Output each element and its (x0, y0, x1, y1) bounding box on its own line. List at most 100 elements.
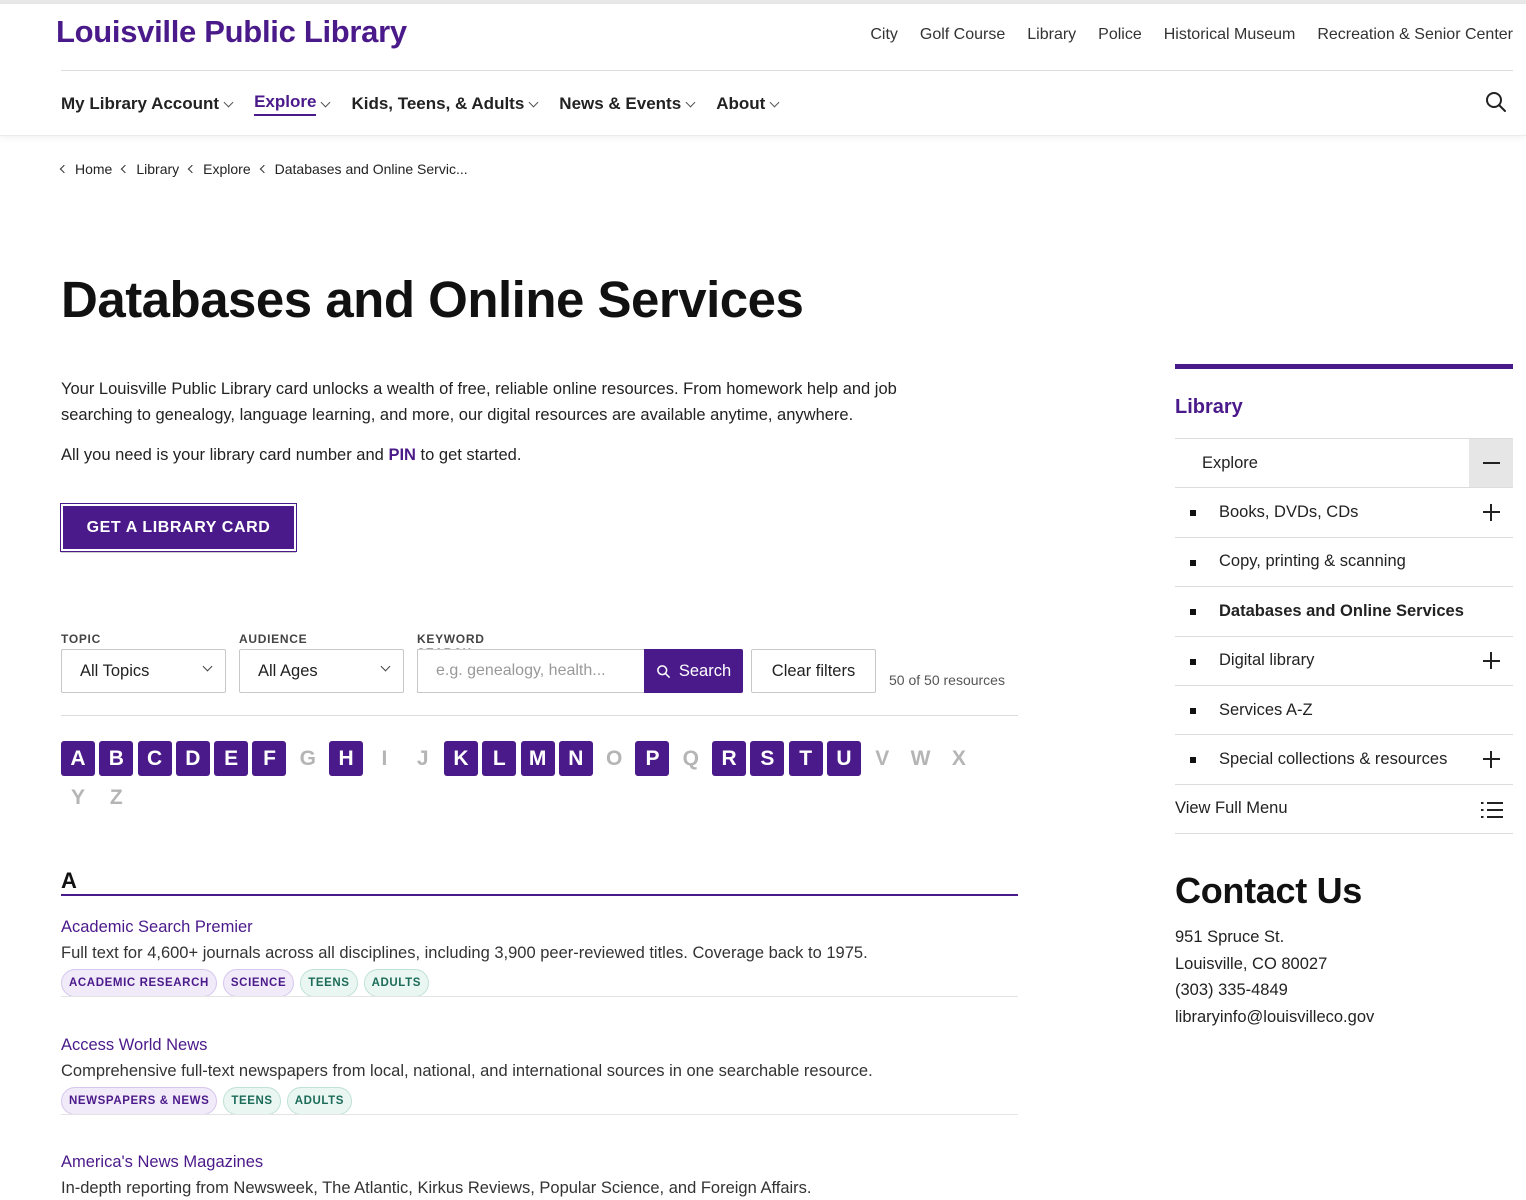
sidebar-item-label: Databases and Online Services (1219, 601, 1464, 620)
alpha-letter-x: X (951, 746, 966, 770)
alpha-letter-r[interactable]: R (712, 741, 747, 776)
nav-item-about[interactable]: About (716, 90, 780, 118)
nav-label: My Library Account (61, 94, 220, 113)
alpha-letter-v: V (875, 746, 890, 770)
site-logo[interactable]: Louisville Public Library (56, 14, 407, 50)
chevron-left-icon (187, 164, 197, 174)
resource-title-link[interactable]: America's News Magazines (61, 1153, 1018, 1175)
plus-icon (1482, 750, 1500, 768)
utility-link-library[interactable]: Library (1027, 26, 1076, 44)
alpha-letter-e[interactable]: E (214, 741, 249, 776)
main-nav: My Library Account Explore Kids, Teens, … (61, 90, 780, 118)
alpha-letter-b[interactable]: B (99, 741, 134, 776)
sidebar-item-label: Copy, printing & scanning (1219, 552, 1406, 571)
alpha-letter-c[interactable]: C (137, 741, 172, 776)
expand-toggle[interactable] (1469, 488, 1513, 536)
alpha-letter-k[interactable]: K (443, 741, 478, 776)
intro-paragraph: Your Louisville Public Library card unlo… (61, 380, 897, 424)
keyword-search-button[interactable]: Search (644, 649, 743, 693)
alpha-letter-l[interactable]: L (482, 741, 517, 776)
resource-item: Access World News Comprehensive full-tex… (61, 1036, 1018, 1115)
keyword-search-input[interactable]: e.g. genealogy, health... (417, 649, 645, 693)
site-header: Louisville Public Library City Golf Cour… (0, 4, 1526, 136)
utility-link-city[interactable]: City (870, 26, 898, 44)
sidebar-title[interactable]: Library (1175, 396, 1513, 438)
nav-label: News & Events (559, 94, 682, 113)
sidebar-item-databases[interactable]: Databases and Online Services (1175, 586, 1513, 635)
utility-link-golf-course[interactable]: Golf Course (920, 26, 1005, 44)
alpha-letter-n[interactable]: N (558, 741, 593, 776)
alpha-letter-m[interactable]: M (520, 741, 555, 776)
contact-title: Contact Us (1175, 870, 1363, 911)
sidebar-item-special-collections[interactable]: Special collections & resources (1175, 734, 1513, 783)
alpha-letter-g: G (299, 746, 316, 770)
chevron-left-icon (259, 164, 268, 174)
topic-tag: SCIENCE (222, 969, 295, 997)
resource-description: In-depth reporting from Newsweek, The At… (61, 1179, 812, 1197)
alpha-letter-t[interactable]: T (788, 741, 823, 776)
search-button[interactable] (1484, 90, 1508, 114)
nav-item-kids-teens-adults[interactable]: Kids, Teens, & Adults (351, 90, 539, 118)
resource-title-link[interactable]: Academic Search Premier (61, 918, 1018, 940)
topic-select-value: All Topics (80, 661, 150, 680)
minus-icon (1482, 455, 1500, 472)
alpha-letter-d[interactable]: D (175, 741, 210, 776)
alphabet-index: ABCDEFGHI JKLMNOPQRSTUVWX YZ (61, 741, 1001, 815)
intro-pin-text-after: to get started. (420, 446, 522, 464)
breadcrumb-label: Library (136, 161, 180, 177)
breadcrumb-item-library[interactable]: Library (121, 161, 180, 177)
alpha-letter-q: Q (682, 746, 699, 770)
alpha-letter-a[interactable]: A (61, 741, 95, 776)
page-title: Databases and Online Services (61, 271, 804, 328)
chevron-down-icon (380, 661, 391, 672)
sidebar-nav: Library Explore Books, DVDs, CDs Copy, p… (1175, 364, 1513, 834)
resource-tags: NEWSPAPERS & NEWS TEENS ADULTS (61, 1087, 1018, 1115)
resource-title-link[interactable]: Access World News (61, 1036, 1018, 1058)
sidebar-item-copy-printing-scanning[interactable]: Copy, printing & scanning (1175, 536, 1513, 586)
sidebar-item-services-a-z[interactable]: Services A-Z (1175, 684, 1513, 734)
contact-email[interactable]: libraryinfo@louisvilleco.gov (1175, 1004, 1374, 1031)
resource-tags: ACADEMIC RESEARCH SCIENCE TEENS ADULTS (61, 969, 1018, 997)
sidebar-item-digital-library[interactable]: Digital library (1175, 635, 1513, 685)
sidebar-item-books-dvds-cds[interactable]: Books, DVDs, CDs (1175, 487, 1513, 536)
utility-link-police[interactable]: Police (1098, 26, 1142, 44)
expand-toggle[interactable] (1469, 637, 1513, 685)
collapse-toggle[interactable] (1469, 439, 1513, 487)
resource-item: America's News Magazines In-depth report… (61, 1153, 1018, 1200)
breadcrumb-item-current: Databases and Online Servic... (259, 161, 468, 177)
view-full-menu-button[interactable]: View Full Menu (1175, 783, 1513, 834)
alpha-letter-h[interactable]: H (329, 741, 364, 776)
filters-divider (61, 715, 1018, 716)
contact-phone[interactable]: (303) 335-4849 (1175, 977, 1374, 1004)
audience-tag: ADULTS (286, 1087, 353, 1115)
alpha-letter-f[interactable]: F (252, 741, 287, 776)
search-button-label: Search (678, 661, 732, 680)
alpha-letter-s[interactable]: S (750, 741, 785, 776)
search-icon (1486, 92, 1506, 112)
nav-item-my-library-account[interactable]: My Library Account (61, 90, 234, 118)
plus-icon (1482, 503, 1500, 521)
nav-item-explore[interactable]: Explore (254, 90, 331, 118)
chevron-down-icon (769, 97, 780, 107)
nav-item-news-events[interactable]: News & Events (559, 90, 696, 118)
utility-link-historical-museum[interactable]: Historical Museum (1164, 26, 1296, 44)
sidebar-item-explore[interactable]: Explore (1175, 438, 1513, 487)
alpha-letter-z: Z (109, 785, 123, 809)
clear-filters-button[interactable]: Clear filters (751, 649, 876, 693)
results-count: 50 of 50 resources (889, 672, 1005, 688)
contact-us: Contact Us 951 Spruce St. Louisville, CO… (1175, 870, 1374, 1030)
alpha-letter-p[interactable]: P (635, 741, 670, 776)
pin-link[interactable]: PIN (388, 446, 416, 464)
get-library-card-button[interactable]: GET A LIBRARY CARD (60, 503, 297, 552)
breadcrumb-item-explore[interactable]: Explore (187, 161, 251, 177)
alpha-letter-u[interactable]: U (826, 741, 861, 776)
utility-link-recreation[interactable]: Recreation & Senior Center (1317, 26, 1513, 44)
plus-icon (1482, 652, 1500, 670)
chevron-down-icon (202, 661, 213, 672)
topic-select[interactable]: All Topics (61, 649, 226, 693)
contact-address-line1: 951 Spruce St. (1175, 928, 1285, 946)
sidebar-item-label: Digital library (1219, 651, 1315, 670)
audience-select[interactable]: All Ages (239, 649, 404, 693)
expand-toggle[interactable] (1469, 735, 1513, 783)
breadcrumb-item-home[interactable]: Home (59, 161, 112, 177)
